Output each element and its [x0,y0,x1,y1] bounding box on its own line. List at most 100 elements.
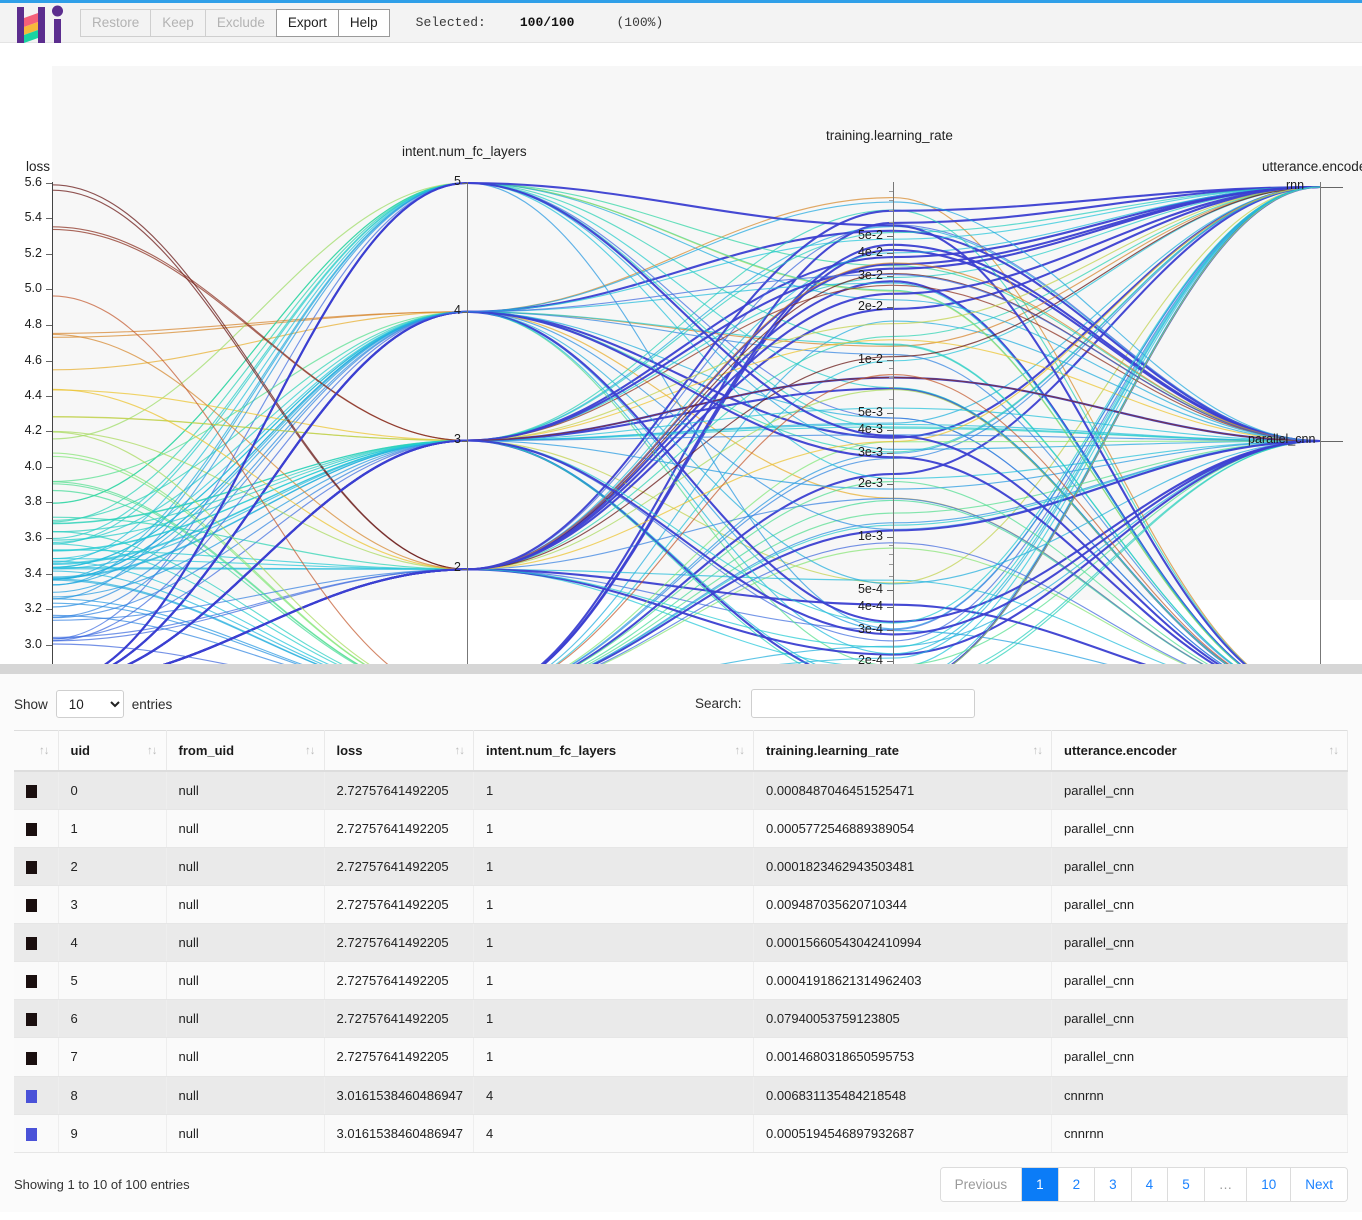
cell-loss: 3.0161538460486947 [324,1076,475,1115]
axis-tick-label: 4.4 [24,388,42,402]
table-row[interactable]: 0 null 2.72757641492205 1 0.0008487046451525… [14,771,1348,811]
axis-tick [887,276,893,277]
table-row[interactable]: 6 null 2.72757641492205 1 0.0794005375912380… [14,999,1348,1039]
axis-tick [887,607,893,608]
sort-icon[interactable]: ↑↓ [39,745,49,757]
sort-icon[interactable]: ↑↓ [455,745,465,757]
row-color-swatch [14,885,59,925]
col-header-select[interactable]: ↑↓ [14,730,59,772]
page-button-4[interactable]: 4 [1131,1167,1169,1201]
col-header-from-uid[interactable]: from_uid ↑↓ [166,730,325,772]
row-color-swatch [14,771,59,811]
col-header-uid[interactable]: uid ↑↓ [58,730,167,772]
sort-icon[interactable]: ↑↓ [305,745,315,757]
row-color-swatch [14,1114,59,1153]
page-button-2[interactable]: 2 [1058,1167,1096,1201]
table-row[interactable]: 4 null 2.72757641492205 1 0.0001566054304241… [14,923,1348,963]
axis-line-num-fc-layers[interactable] [467,182,468,664]
selected-count: 100/100 [519,15,575,30]
data-table: ↑↓ uid ↑↓ from_uid ↑↓ loss ↑↓ intent.num_fc… [14,730,1348,1153]
axis-tick-label: 4.0 [24,459,42,473]
axis-line-loss[interactable] [52,182,53,664]
exclude-button[interactable]: Exclude [204,8,276,37]
table-row[interactable]: 9 null 3.0161538460486947 4 0.00051945468979… [14,1114,1348,1153]
table-controls: Show 102550100 entries Search: [14,684,1348,724]
search-input[interactable] [750,689,975,718]
col-header-uid-label: uid [70,743,91,758]
page-button-5[interactable]: 5 [1168,1167,1205,1201]
selected-percent: (100%) [616,15,664,30]
pagination[interactable]: Previous 1 2 3 4 5… 10 Next [939,1166,1348,1202]
axis-title-loss[interactable]: loss [26,159,50,174]
search-area: Search: [695,689,975,718]
export-button[interactable]: Export [275,8,338,37]
axis-tick-label: 4e-2 [857,245,883,259]
cell-loss: 2.72757641492205 [324,999,475,1039]
axis-line-learning-rate[interactable] [893,182,894,664]
row-color-swatch [14,1076,59,1115]
sort-icon[interactable]: ↑↓ [1033,745,1043,757]
keep-button[interactable]: Keep [150,8,205,37]
axis-tick [462,569,468,570]
table-head: ↑↓ uid ↑↓ from_uid ↑↓ loss ↑↓ intent.num_fc… [14,730,1348,772]
sort-icon[interactable]: ↑↓ [735,745,745,757]
col-header-learning-rate[interactable]: training.learning_rate ↑↓ [753,730,1053,772]
cell-num-fc-layers: 1 [473,885,755,925]
cell-from-uid: null [166,999,325,1039]
cell-from-uid: null [166,885,325,925]
table-row[interactable]: 7 null 2.72757641492205 1 0.0014680318650595… [14,1037,1348,1077]
table-row[interactable]: 2 null 2.72757641492205 1 0.0001823462943503… [14,847,1348,887]
table-row[interactable]: 3 null 2.72757641492205 1 0.0094870356207103… [14,885,1348,925]
axis-tick-label: 5e-4 [857,582,883,596]
parallel-line[interactable] [51,186,1321,442]
axis-tick [887,453,893,454]
toolbar: Restore Keep Exclude Export Help Selecte… [0,3,1362,45]
cell-loss: 2.72757641492205 [324,771,475,811]
axis-title-num-fc-layers[interactable]: intent.num_fc_layers [402,144,527,159]
table-row[interactable]: 5 null 2.72757641492205 1 0.0004191862131496… [14,961,1348,1001]
page-button-1[interactable]: 1 [1022,1167,1059,1201]
axis-tick [462,312,468,313]
axis-tick [887,630,893,631]
axis-tick [887,430,893,431]
cell-from-uid: null [166,923,325,963]
cell-utterance-encoder: parallel_cnn [1051,885,1348,925]
axis-tick [887,360,893,361]
col-header-utterance-encoder[interactable]: utterance.encoder ↑↓ [1051,730,1348,772]
help-button[interactable]: Help [337,8,390,37]
axis-title-utterance-encoder[interactable]: utterance.encoder [1262,159,1362,174]
sort-icon[interactable]: ↑↓ [1329,745,1339,757]
cell-num-fc-layers: 1 [473,771,755,811]
axis-title-learning-rate[interactable]: training.learning_rate [826,128,953,143]
axis-tick-label: 4e-3 [857,422,883,436]
page-button-next[interactable]: Next [1291,1167,1347,1201]
sort-icon[interactable]: ↑↓ [147,745,157,757]
axis-tick-label: 3.4 [24,566,42,580]
restore-button[interactable]: Restore [80,8,151,37]
axis-tick [889,200,893,201]
parallel-line[interactable] [51,182,1321,630]
axis-tick [46,431,52,432]
parallel-coordinates-chart[interactable]: loss intent.num_fc_layers training.learn… [0,43,1362,664]
cell-uid: 3 [58,885,167,925]
axis-line-utterance-encoder[interactable] [1320,182,1321,664]
page-button-10[interactable]: 10 [1247,1167,1292,1201]
col-header-num-fc-layers[interactable]: intent.num_fc_layers ↑↓ [473,730,755,772]
table-row[interactable]: 8 null 3.0161538460486947 4 0.00683113548421… [14,1076,1348,1115]
axis-tick [889,210,893,211]
table-row[interactable]: 1 null 2.72757641492205 1 0.0005772546889389… [14,809,1348,849]
page-button-previous[interactable]: Previous [940,1167,1023,1201]
page-button-3[interactable]: 3 [1095,1167,1132,1201]
axis-tick [889,564,893,565]
axis-tick [1321,187,1343,188]
cell-learning-rate: 0.006831135484218548 [753,1076,1053,1115]
row-color-swatch [14,1037,59,1077]
cell-utterance-encoder: parallel_cnn [1051,961,1348,1001]
cell-num-fc-layers: 1 [473,1037,755,1077]
col-header-loss[interactable]: loss ↑↓ [324,730,475,772]
hiplot-logo-icon [14,4,66,48]
page-button-[interactable]: … [1204,1167,1248,1201]
axis-tick [462,441,468,442]
entries-per-page-select[interactable]: 102550100 [55,690,124,718]
axis-tick [46,325,52,326]
